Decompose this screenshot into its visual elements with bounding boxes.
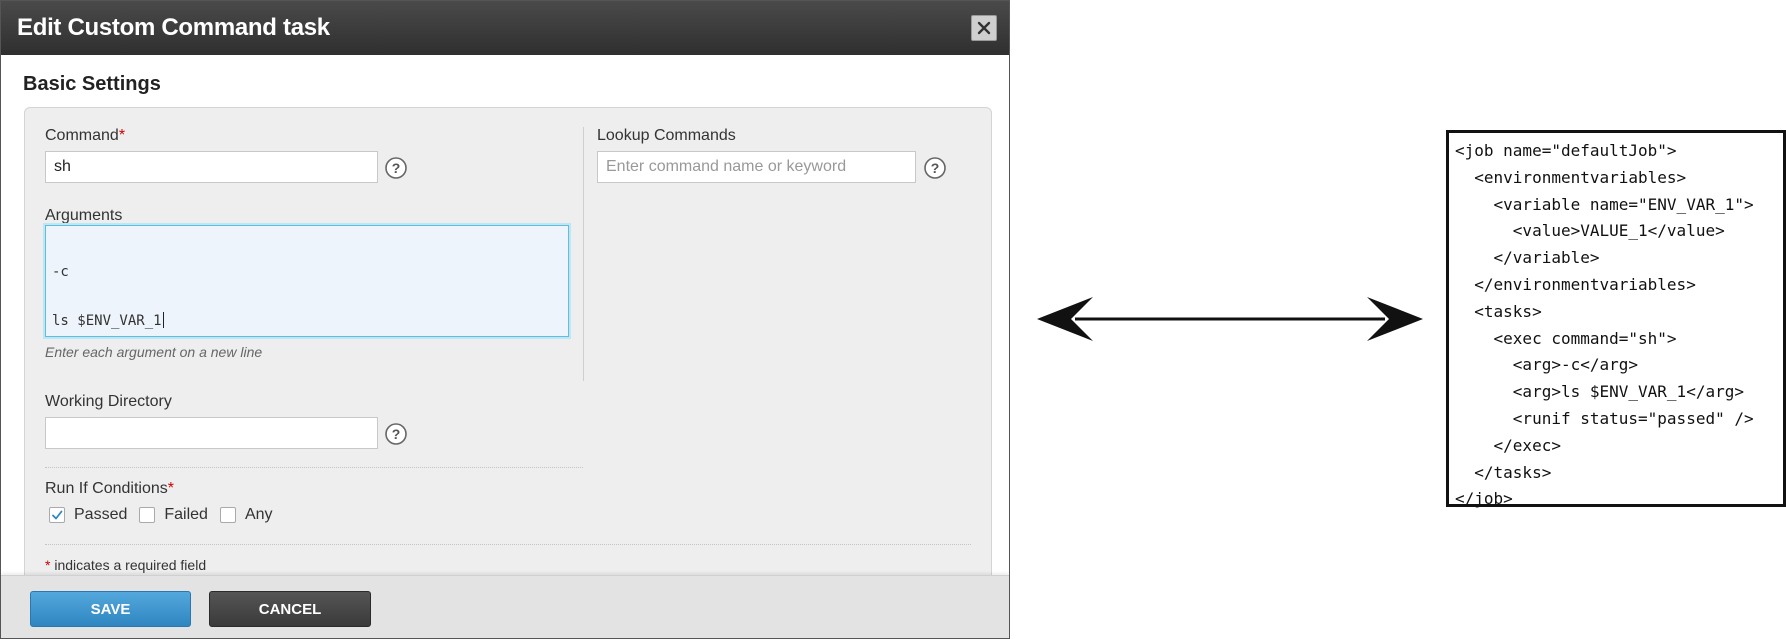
working-directory-help-icon[interactable]: ? xyxy=(384,422,408,446)
xml-line: <variable name="ENV_VAR_1"> xyxy=(1455,194,1754,214)
command-input[interactable] xyxy=(45,151,378,183)
lookup-input[interactable] xyxy=(597,151,916,183)
lookup-help-icon[interactable]: ? xyxy=(923,156,947,180)
any-checkbox[interactable] xyxy=(219,507,236,523)
xml-line: <value>VALUE_1</value> xyxy=(1455,221,1725,241)
argument-line-2: ls $ENV_VAR_1 xyxy=(52,312,562,329)
xml-config-box: <job name="defaultJob"> <environmentvari… xyxy=(1446,130,1786,508)
section-title: Basic Settings xyxy=(23,73,161,95)
checkmark-icon xyxy=(52,510,63,520)
failed-label: Failed xyxy=(164,506,208,523)
any-label: Any xyxy=(244,506,273,523)
text-caret xyxy=(162,312,164,328)
close-button[interactable] xyxy=(971,15,997,41)
xml-line: </tasks> xyxy=(1455,462,1552,482)
xml-line: <job name="defaultJob"> xyxy=(1455,141,1677,160)
required-mark: * xyxy=(167,480,174,497)
xml-line: </exec> xyxy=(1455,435,1561,455)
command-label-text: Command xyxy=(45,127,119,144)
column-divider xyxy=(583,127,584,381)
argument-line-1: -c xyxy=(52,264,69,280)
xml-line: </environmentvariables> xyxy=(1455,274,1696,294)
passed-checkbox[interactable] xyxy=(49,507,65,523)
arguments-label: Arguments xyxy=(45,207,123,224)
xml-line: <exec command="sh"> xyxy=(1455,328,1677,348)
double-arrow-icon xyxy=(1037,297,1423,341)
cancel-button[interactable]: CANCEL xyxy=(209,591,371,627)
command-label: Command* xyxy=(45,127,125,145)
divider xyxy=(45,467,583,468)
modal-title: Edit Custom Command task xyxy=(17,14,330,41)
svg-text:?: ? xyxy=(931,160,940,176)
run-if-options: Passed Failed Any xyxy=(49,506,285,524)
xml-line: </variable> xyxy=(1455,248,1600,268)
xml-line: <arg>ls $ENV_VAR_1</arg> xyxy=(1455,382,1744,402)
xml-line: </job> xyxy=(1455,489,1513,509)
run-if-label: Run If Conditions* xyxy=(45,480,174,498)
lookup-label: Lookup Commands xyxy=(597,127,736,144)
modal-header: Edit Custom Command task xyxy=(1,1,1009,55)
close-icon xyxy=(977,21,991,35)
xml-line: <runif status="passed" /> xyxy=(1455,408,1754,428)
command-help-icon[interactable]: ? xyxy=(384,156,408,180)
passed-label: Passed xyxy=(74,506,128,523)
save-button[interactable]: SAVE xyxy=(30,591,191,627)
working-directory-label: Working Directory xyxy=(45,393,172,410)
run-if-label-text: Run If Conditions xyxy=(45,480,168,497)
svg-text:?: ? xyxy=(392,426,401,442)
xml-line: <arg>-c</arg> xyxy=(1455,355,1639,375)
svg-text:?: ? xyxy=(392,160,401,176)
divider xyxy=(45,544,971,545)
xml-line: <environmentvariables> xyxy=(1455,167,1687,187)
xml-line: <tasks> xyxy=(1455,301,1542,321)
modal-footer: SAVE CANCEL xyxy=(1,575,1009,638)
arguments-textarea[interactable]: -c ls $ENV_VAR_1 xyxy=(45,225,569,337)
argument-line-2-text: ls $ENV_VAR_1 xyxy=(52,313,162,329)
required-field-note: * indicates a required field xyxy=(45,557,206,573)
working-directory-input[interactable] xyxy=(45,417,378,449)
required-note-text: indicates a required field xyxy=(50,557,207,573)
edit-task-modal: Edit Custom Command task Basic Settings … xyxy=(0,0,1010,639)
arguments-hint: Enter each argument on a new line xyxy=(45,344,263,360)
required-mark: * xyxy=(118,127,126,144)
failed-checkbox[interactable] xyxy=(139,507,156,523)
